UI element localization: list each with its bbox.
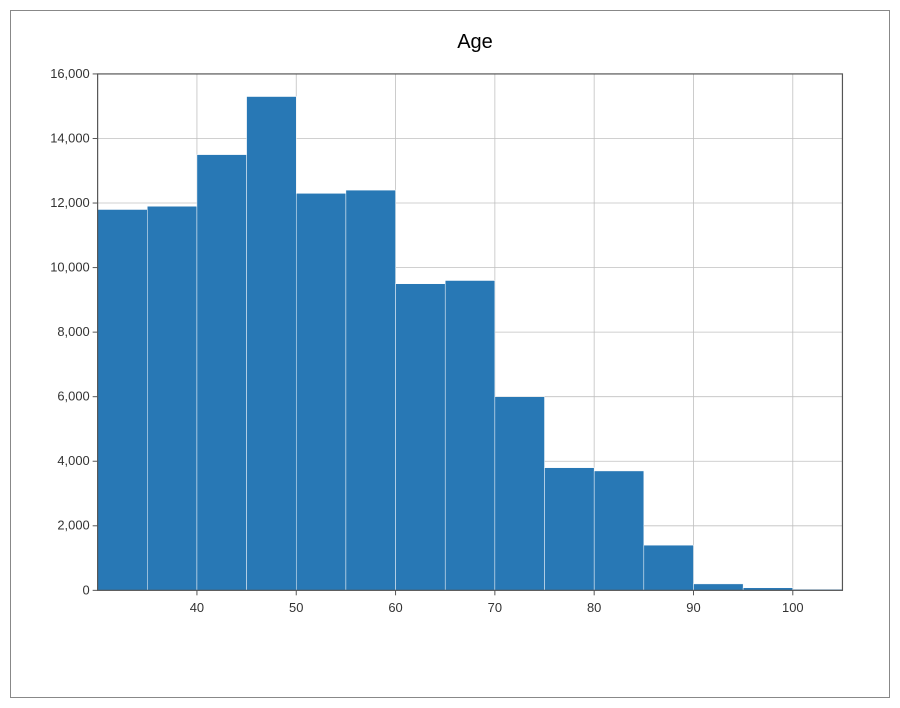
svg-text:6,000: 6,000 — [57, 389, 89, 404]
histogram-svg: 02,0004,0006,0008,00010,00012,00014,0001… — [81, 64, 869, 640]
svg-text:10,000: 10,000 — [50, 260, 89, 275]
svg-text:90: 90 — [686, 600, 700, 615]
svg-text:60: 60 — [388, 600, 402, 615]
chart-container: Age 02,0004,0006,0008,00010,00012,00014,… — [10, 10, 890, 698]
svg-text:80: 80 — [587, 600, 601, 615]
svg-text:50: 50 — [289, 600, 303, 615]
svg-text:70: 70 — [488, 600, 502, 615]
svg-text:100: 100 — [782, 600, 804, 615]
svg-text:8,000: 8,000 — [57, 324, 89, 339]
svg-text:40: 40 — [190, 600, 204, 615]
chart-area: 02,0004,0006,0008,00010,00012,00014,0001… — [81, 64, 869, 640]
svg-text:12,000: 12,000 — [50, 195, 89, 210]
svg-text:0: 0 — [82, 582, 89, 597]
svg-text:2,000: 2,000 — [57, 518, 89, 533]
chart-title: Age — [81, 31, 869, 54]
svg-text:16,000: 16,000 — [50, 66, 89, 81]
svg-text:14,000: 14,000 — [50, 130, 89, 145]
svg-text:4,000: 4,000 — [57, 453, 89, 468]
